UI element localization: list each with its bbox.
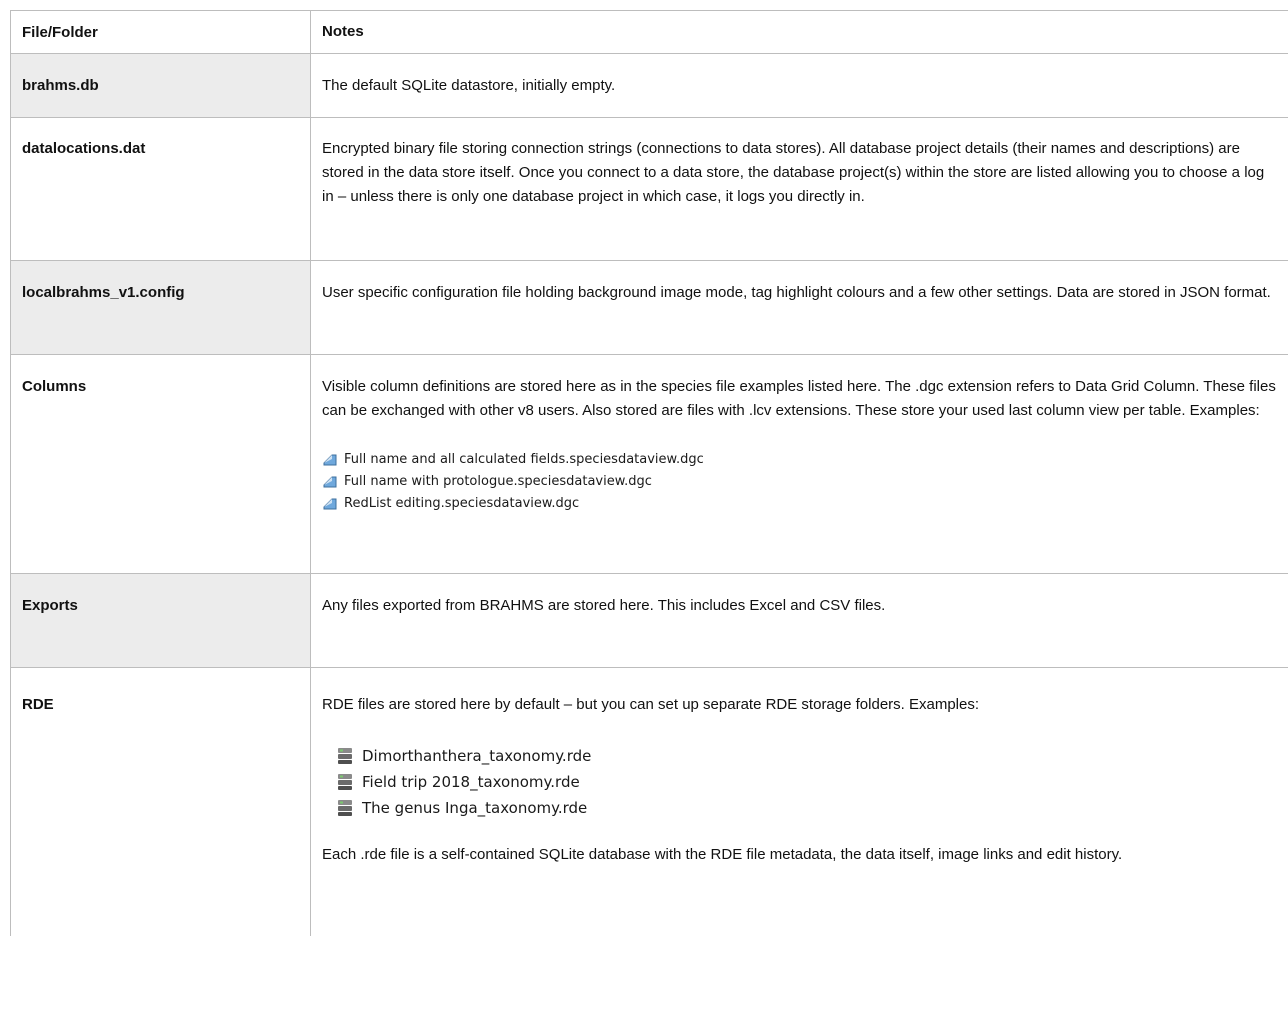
list-item: The genus Inga_taxonomy.rde	[336, 795, 1280, 821]
database-icon	[338, 748, 352, 764]
header-notes: Notes	[311, 11, 1288, 53]
row-name: localbrahms_v1.config	[11, 261, 311, 354]
row-name: datalocations.dat	[11, 118, 311, 260]
table-row: Exports Any files exported from BRAHMS a…	[11, 574, 1288, 668]
document-icon	[323, 498, 337, 510]
file-name: Full name with protologue.speciesdatavie…	[344, 474, 652, 489]
list-item: Full name with protologue.speciesdatavie…	[322, 471, 1280, 493]
row-notes: Any files exported from BRAHMS are store…	[311, 574, 1288, 667]
table-row: datalocations.dat Encrypted binary file …	[11, 118, 1288, 261]
dgc-file-list: Full name and all calculated fields.spec…	[322, 449, 1280, 515]
document-icon	[323, 454, 337, 466]
list-item: Dimorthanthera_taxonomy.rde	[336, 743, 1280, 769]
database-icon	[338, 800, 352, 816]
list-item: Field trip 2018_taxonomy.rde	[336, 769, 1280, 795]
row-notes: Visible column definitions are stored he…	[322, 378, 1276, 419]
table-header-row: File/Folder Notes	[11, 11, 1288, 54]
file-name: Dimorthanthera_taxonomy.rde	[362, 747, 592, 765]
file-name: Full name and all calculated fields.spec…	[344, 452, 704, 467]
table-row: RDE RDE files are stored here by default…	[11, 668, 1288, 936]
file-name: The genus Inga_taxonomy.rde	[362, 799, 588, 817]
header-file-folder: File/Folder	[11, 11, 311, 53]
table-row: localbrahms_v1.config User specific conf…	[11, 261, 1288, 355]
file-name: Field trip 2018_taxonomy.rde	[362, 773, 580, 791]
file-name: RedList editing.speciesdataview.dgc	[344, 496, 580, 511]
row-notes-cell: RDE files are stored here by default – b…	[311, 668, 1288, 936]
row-notes: Encrypted binary file storing connection…	[311, 118, 1288, 260]
row-notes-after: Each .rde file is a self-contained SQLit…	[322, 846, 1123, 863]
row-notes-cell: Visible column definitions are stored he…	[311, 355, 1288, 573]
table-row: Columns Visible column definitions are s…	[11, 355, 1288, 574]
row-name: Columns	[11, 355, 311, 573]
file-folder-table: File/Folder Notes brahms.db The default …	[10, 10, 1288, 936]
rde-file-list: Dimorthanthera_taxonomy.rde Field trip 2…	[336, 743, 1280, 821]
database-icon	[338, 774, 352, 790]
row-notes: The default SQLite datastore, initially …	[311, 54, 1288, 117]
row-name: brahms.db	[11, 54, 311, 117]
row-notes: RDE files are stored here by default – b…	[322, 696, 980, 713]
row-name: RDE	[11, 668, 311, 936]
table-row: brahms.db The default SQLite datastore, …	[11, 54, 1288, 118]
row-notes: User specific configuration file holding…	[311, 261, 1288, 354]
list-item: RedList editing.speciesdataview.dgc	[322, 493, 1280, 515]
list-item: Full name and all calculated fields.spec…	[322, 449, 1280, 471]
row-name: Exports	[11, 574, 311, 667]
document-icon	[323, 476, 337, 488]
